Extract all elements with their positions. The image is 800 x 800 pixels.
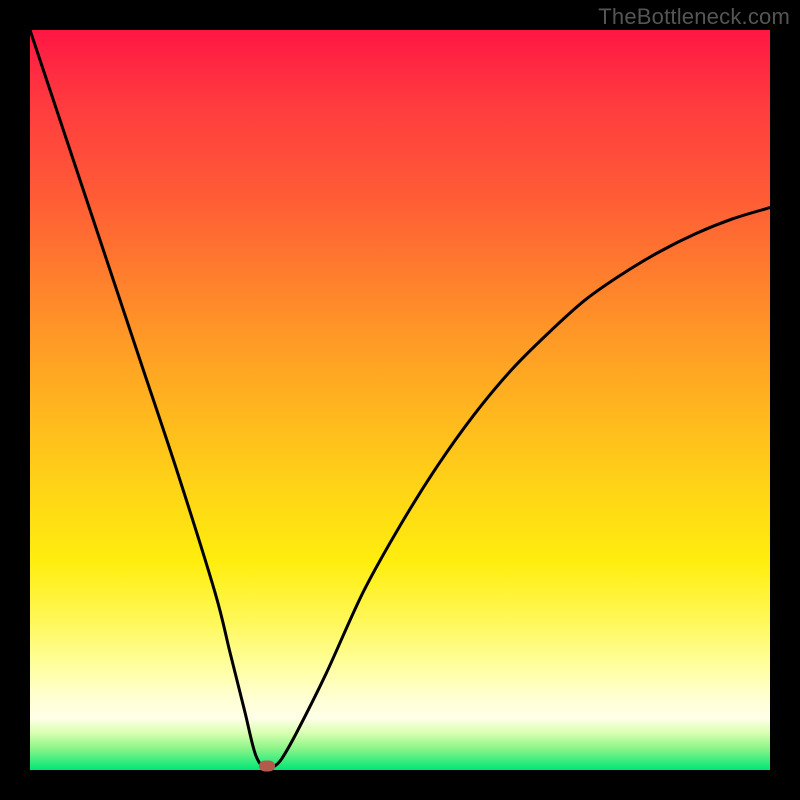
plot-area	[30, 30, 770, 770]
chart-frame: TheBottleneck.com	[0, 0, 800, 800]
optimal-point-marker	[259, 761, 275, 772]
watermark-text: TheBottleneck.com	[598, 4, 790, 30]
curve-svg	[30, 30, 770, 770]
bottleneck-curve	[30, 30, 770, 771]
